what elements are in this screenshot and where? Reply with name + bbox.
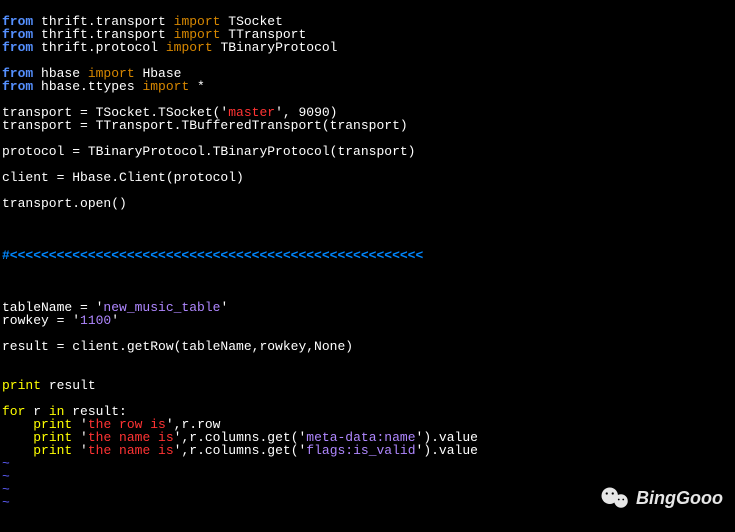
vim-tilde: ~	[2, 457, 733, 470]
code-line: from thrift.protocol import TBinaryProto…	[2, 41, 733, 54]
code-line: transport.open()	[2, 197, 733, 210]
string-literal: new_music_table	[103, 300, 220, 315]
blank-line	[2, 275, 733, 288]
wechat-icon	[600, 486, 630, 510]
vim-tilde: ~	[2, 470, 733, 483]
code-line: client = Hbase.Client(protocol)	[2, 171, 733, 184]
code-editor[interactable]: from thrift.transport import TSocket fro…	[2, 2, 733, 509]
blank-line	[2, 353, 733, 366]
string-literal: 1100	[80, 313, 111, 328]
comment-line: #<<<<<<<<<<<<<<<<<<<<<<<<<<<<<<<<<<<<<<<…	[2, 249, 733, 262]
string-literal: the name is	[88, 443, 174, 458]
code-line: result = client.getRow(tableName,rowkey,…	[2, 340, 733, 353]
string-literal: flags:is_valid	[306, 443, 415, 458]
code-line: rowkey = '1100'	[2, 314, 733, 327]
blank-line	[2, 262, 733, 275]
keyword-import: import	[142, 79, 189, 94]
code-line: print result	[2, 379, 733, 392]
code-line: protocol = TBinaryProtocol.TBinaryProtoc…	[2, 145, 733, 158]
code-line: print 'the name is',r.columns.get('flags…	[2, 444, 733, 457]
blank-line	[2, 210, 733, 223]
watermark-text: BingGooo	[636, 489, 723, 507]
code-line: transport = TTransport.TBufferedTranspor…	[2, 119, 733, 132]
code-line: from hbase.ttypes import *	[2, 80, 733, 93]
keyword-import: import	[166, 40, 213, 55]
blank-line	[2, 366, 733, 379]
blank-line	[2, 223, 733, 236]
watermark: BingGooo	[600, 486, 723, 510]
keyword-print: print	[33, 443, 72, 458]
